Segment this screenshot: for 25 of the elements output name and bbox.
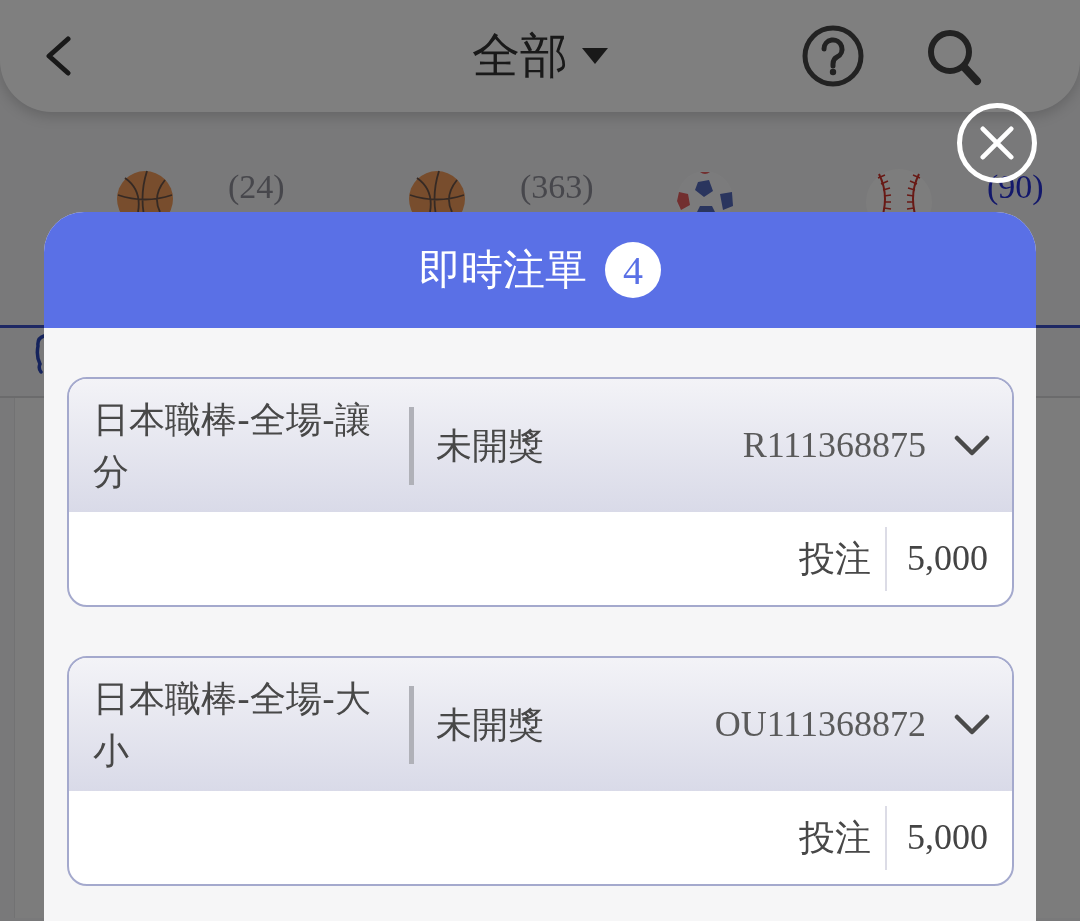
dialog-title: 即時注單 [419,244,587,296]
bet-id: OU111368872 [714,702,926,746]
bet-status: 未開獎 [436,423,544,468]
back-button[interactable] [44,36,72,76]
category-dropdown[interactable]: 全部 [472,27,608,85]
stake-label: 投注 [799,815,871,860]
help-icon [802,25,864,87]
help-button[interactable] [802,25,864,87]
market-name: 日本職棒-全場-大小 [93,676,372,773]
close-icon [980,126,1014,160]
search-icon [926,28,982,86]
stake-amount: 5,000 [907,815,988,859]
bet-id: R111368875 [742,423,926,467]
back-icon [44,36,72,76]
basketball-icon [408,170,466,212]
stake-amount: 5,000 [907,536,988,580]
market-name: 日本職棒-全場-讓分 [93,397,372,494]
cropped-icon [35,334,45,374]
count-badge: 4 [605,242,661,298]
caret-icon [582,48,608,64]
basketball-icon [116,170,174,212]
chevron-icon[interactable] [954,434,990,457]
stake-label: 投注 [799,536,871,581]
chevron-icon[interactable] [954,713,990,736]
bet-status: 未開獎 [436,702,544,747]
